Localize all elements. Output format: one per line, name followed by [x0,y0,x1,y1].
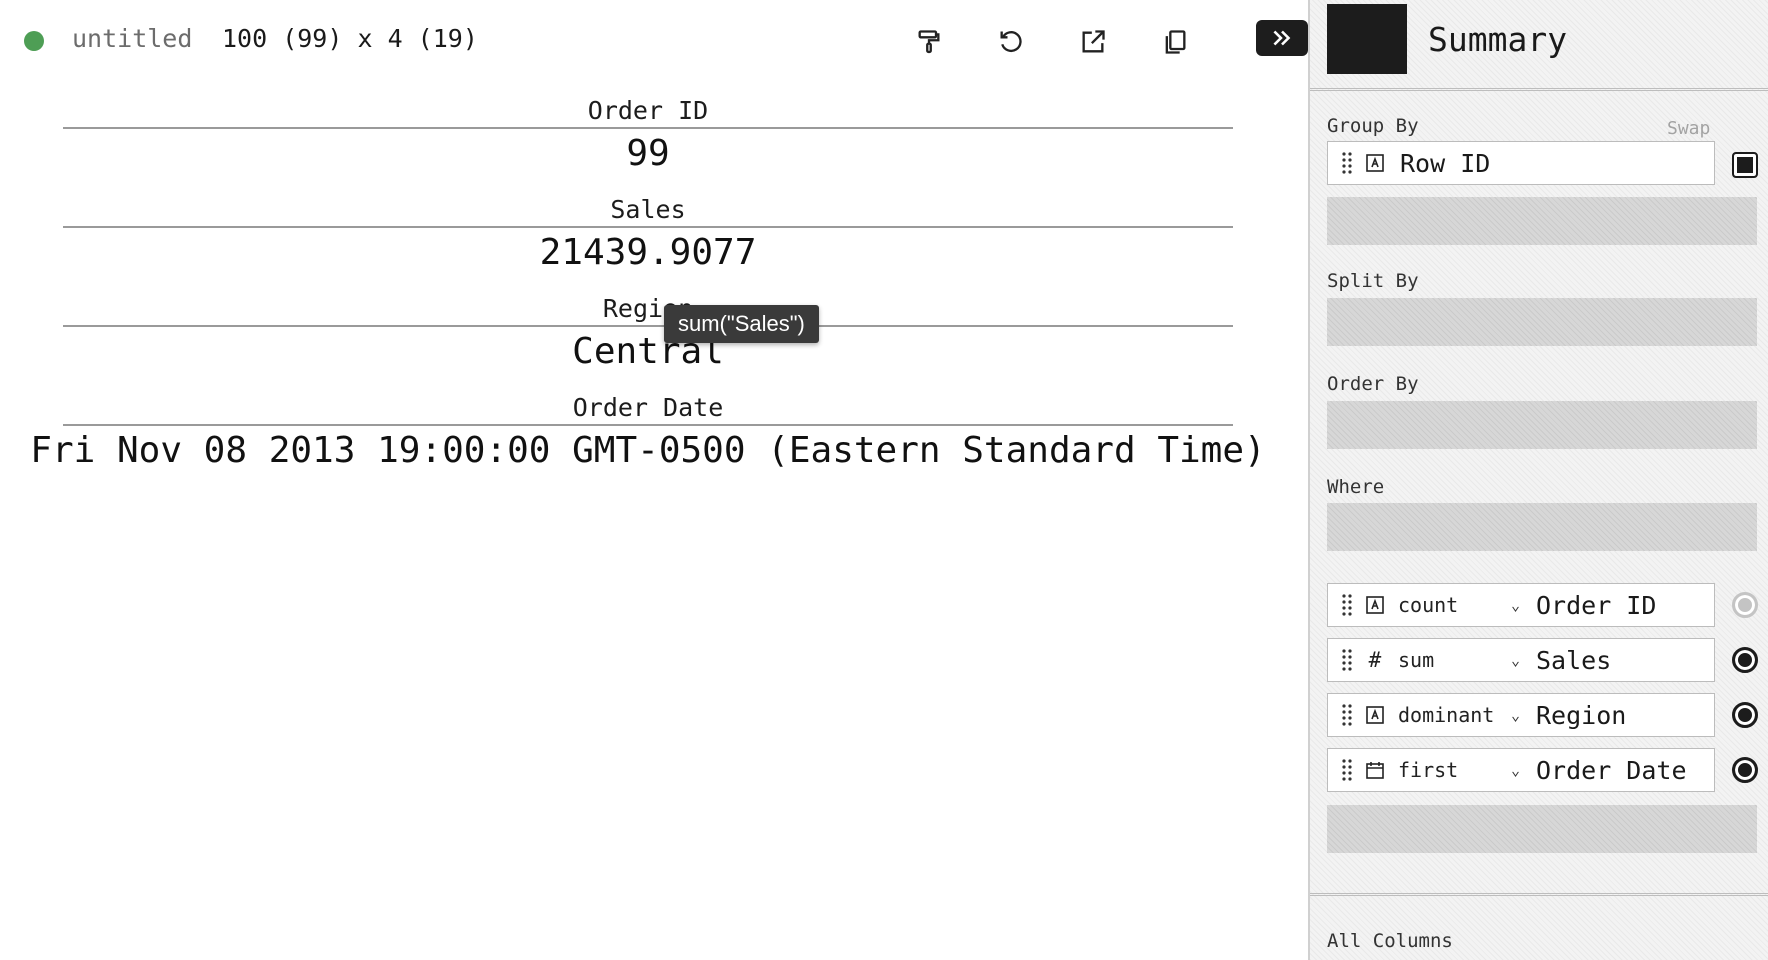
aggregate-select[interactable]: first ⌄ [1390,758,1526,782]
status-indicator [24,31,44,51]
aggregate-value: sum [1398,648,1435,672]
status-bar: untitled 100 (99) x 4 (19) [0,0,1308,82]
field-value: Central [572,331,724,372]
calendar-icon [1360,760,1390,780]
where-dropzone[interactable] [1327,503,1757,551]
plugin-icon[interactable] [1327,4,1407,74]
string-icon [1360,153,1390,173]
aggregate-select[interactable]: dominant ⌄ [1390,703,1526,727]
column-name: Order ID [1536,590,1657,620]
tooltip: sum("Sales") [664,305,819,343]
row-column-count: 100 (99) x 4 (19) [222,24,478,53]
record-field-order-date: Order Date Fri Nov 08 2013 19:00:00 GMT-… [30,392,1265,476]
copy-icon[interactable] [1155,22,1195,62]
group-by-dropzone[interactable] [1327,197,1757,245]
drag-handle-icon[interactable] [1334,648,1360,672]
number-icon: # [1368,648,1382,672]
view-title[interactable]: untitled [72,24,192,53]
field-label: Region [63,293,1233,327]
where-label: Where [1327,476,1385,498]
column-name: Order Date [1536,755,1687,785]
double-chevron-right-icon[interactable] [1256,20,1308,56]
record-field-region: Region Central [63,293,1233,377]
string-icon [1360,705,1390,725]
column-toggle[interactable] [1732,592,1758,618]
column-toggle[interactable] [1732,757,1758,783]
panel-header: Summary [1310,0,1768,91]
group-by-pill[interactable]: Row ID [1327,141,1715,185]
swap-button[interactable]: Swap [1667,118,1710,139]
drag-handle-icon[interactable] [1334,593,1360,617]
group-rollup-toggle[interactable] [1732,152,1758,178]
panel-divider [1310,893,1768,896]
column-name: Sales [1536,645,1612,675]
column-row-order-id[interactable]: count ⌄ Order ID [1327,583,1715,627]
record-field-order-id: Order ID 99 [63,95,1233,179]
field-label: Order ID [63,95,1233,129]
column-row-region[interactable]: dominant ⌄ Region [1327,693,1715,737]
column-row-order-date[interactable]: first ⌄ Order Date [1327,748,1715,792]
order-by-label: Order By [1327,373,1419,395]
drag-handle-icon[interactable] [1334,758,1360,782]
string-icon [1360,595,1390,615]
aggregate-select[interactable]: count ⌄ [1390,593,1526,617]
aggregate-value: dominant [1398,703,1495,727]
all-columns-label: All Columns [1327,930,1453,952]
field-value: 21439.9077 [539,232,757,273]
main-view: untitled 100 (99) x 4 (19) Order ID 99 S… [0,0,1308,960]
record-field-sales: Sales 21439.9077 [63,194,1233,278]
split-by-label: Split By [1327,270,1419,292]
field-label: Order Date [63,392,1233,426]
field-value: 99 [626,133,670,174]
chevron-down-icon: ⌄ [1510,596,1520,614]
chevron-down-icon: ⌄ [1510,706,1520,724]
column-toggle[interactable] [1732,647,1758,673]
column-name: Region [1536,700,1627,730]
group-by-label: Group By [1327,115,1419,137]
aggregate-select[interactable]: sum ⌄ [1390,648,1526,672]
aggregate-value: first [1398,758,1459,782]
undo-icon[interactable] [991,22,1031,62]
chevron-down-icon: ⌄ [1510,651,1520,669]
aggregate-value: count [1398,593,1459,617]
order-by-dropzone[interactable] [1327,401,1757,449]
columns-dropzone[interactable] [1327,805,1757,853]
field-value: Fri Nov 08 2013 19:00:00 GMT-0500 (Easte… [30,430,1266,471]
drag-handle-icon[interactable] [1334,703,1360,727]
plugin-selector[interactable]: Summary [1428,20,1567,59]
export-icon[interactable] [1073,22,1113,62]
column-toggle[interactable] [1732,702,1758,728]
drag-handle-icon[interactable] [1334,151,1360,175]
column-row-sales[interactable]: # sum ⌄ Sales [1327,638,1715,682]
paint-roller-icon[interactable] [909,22,949,62]
group-by-column-name: Row ID [1400,148,1491,178]
field-label: Sales [63,194,1233,228]
split-by-dropzone[interactable] [1327,298,1757,346]
config-panel: Summary Group By Swap Row ID Split By Or… [1308,0,1768,960]
chevron-down-icon: ⌄ [1510,761,1520,779]
